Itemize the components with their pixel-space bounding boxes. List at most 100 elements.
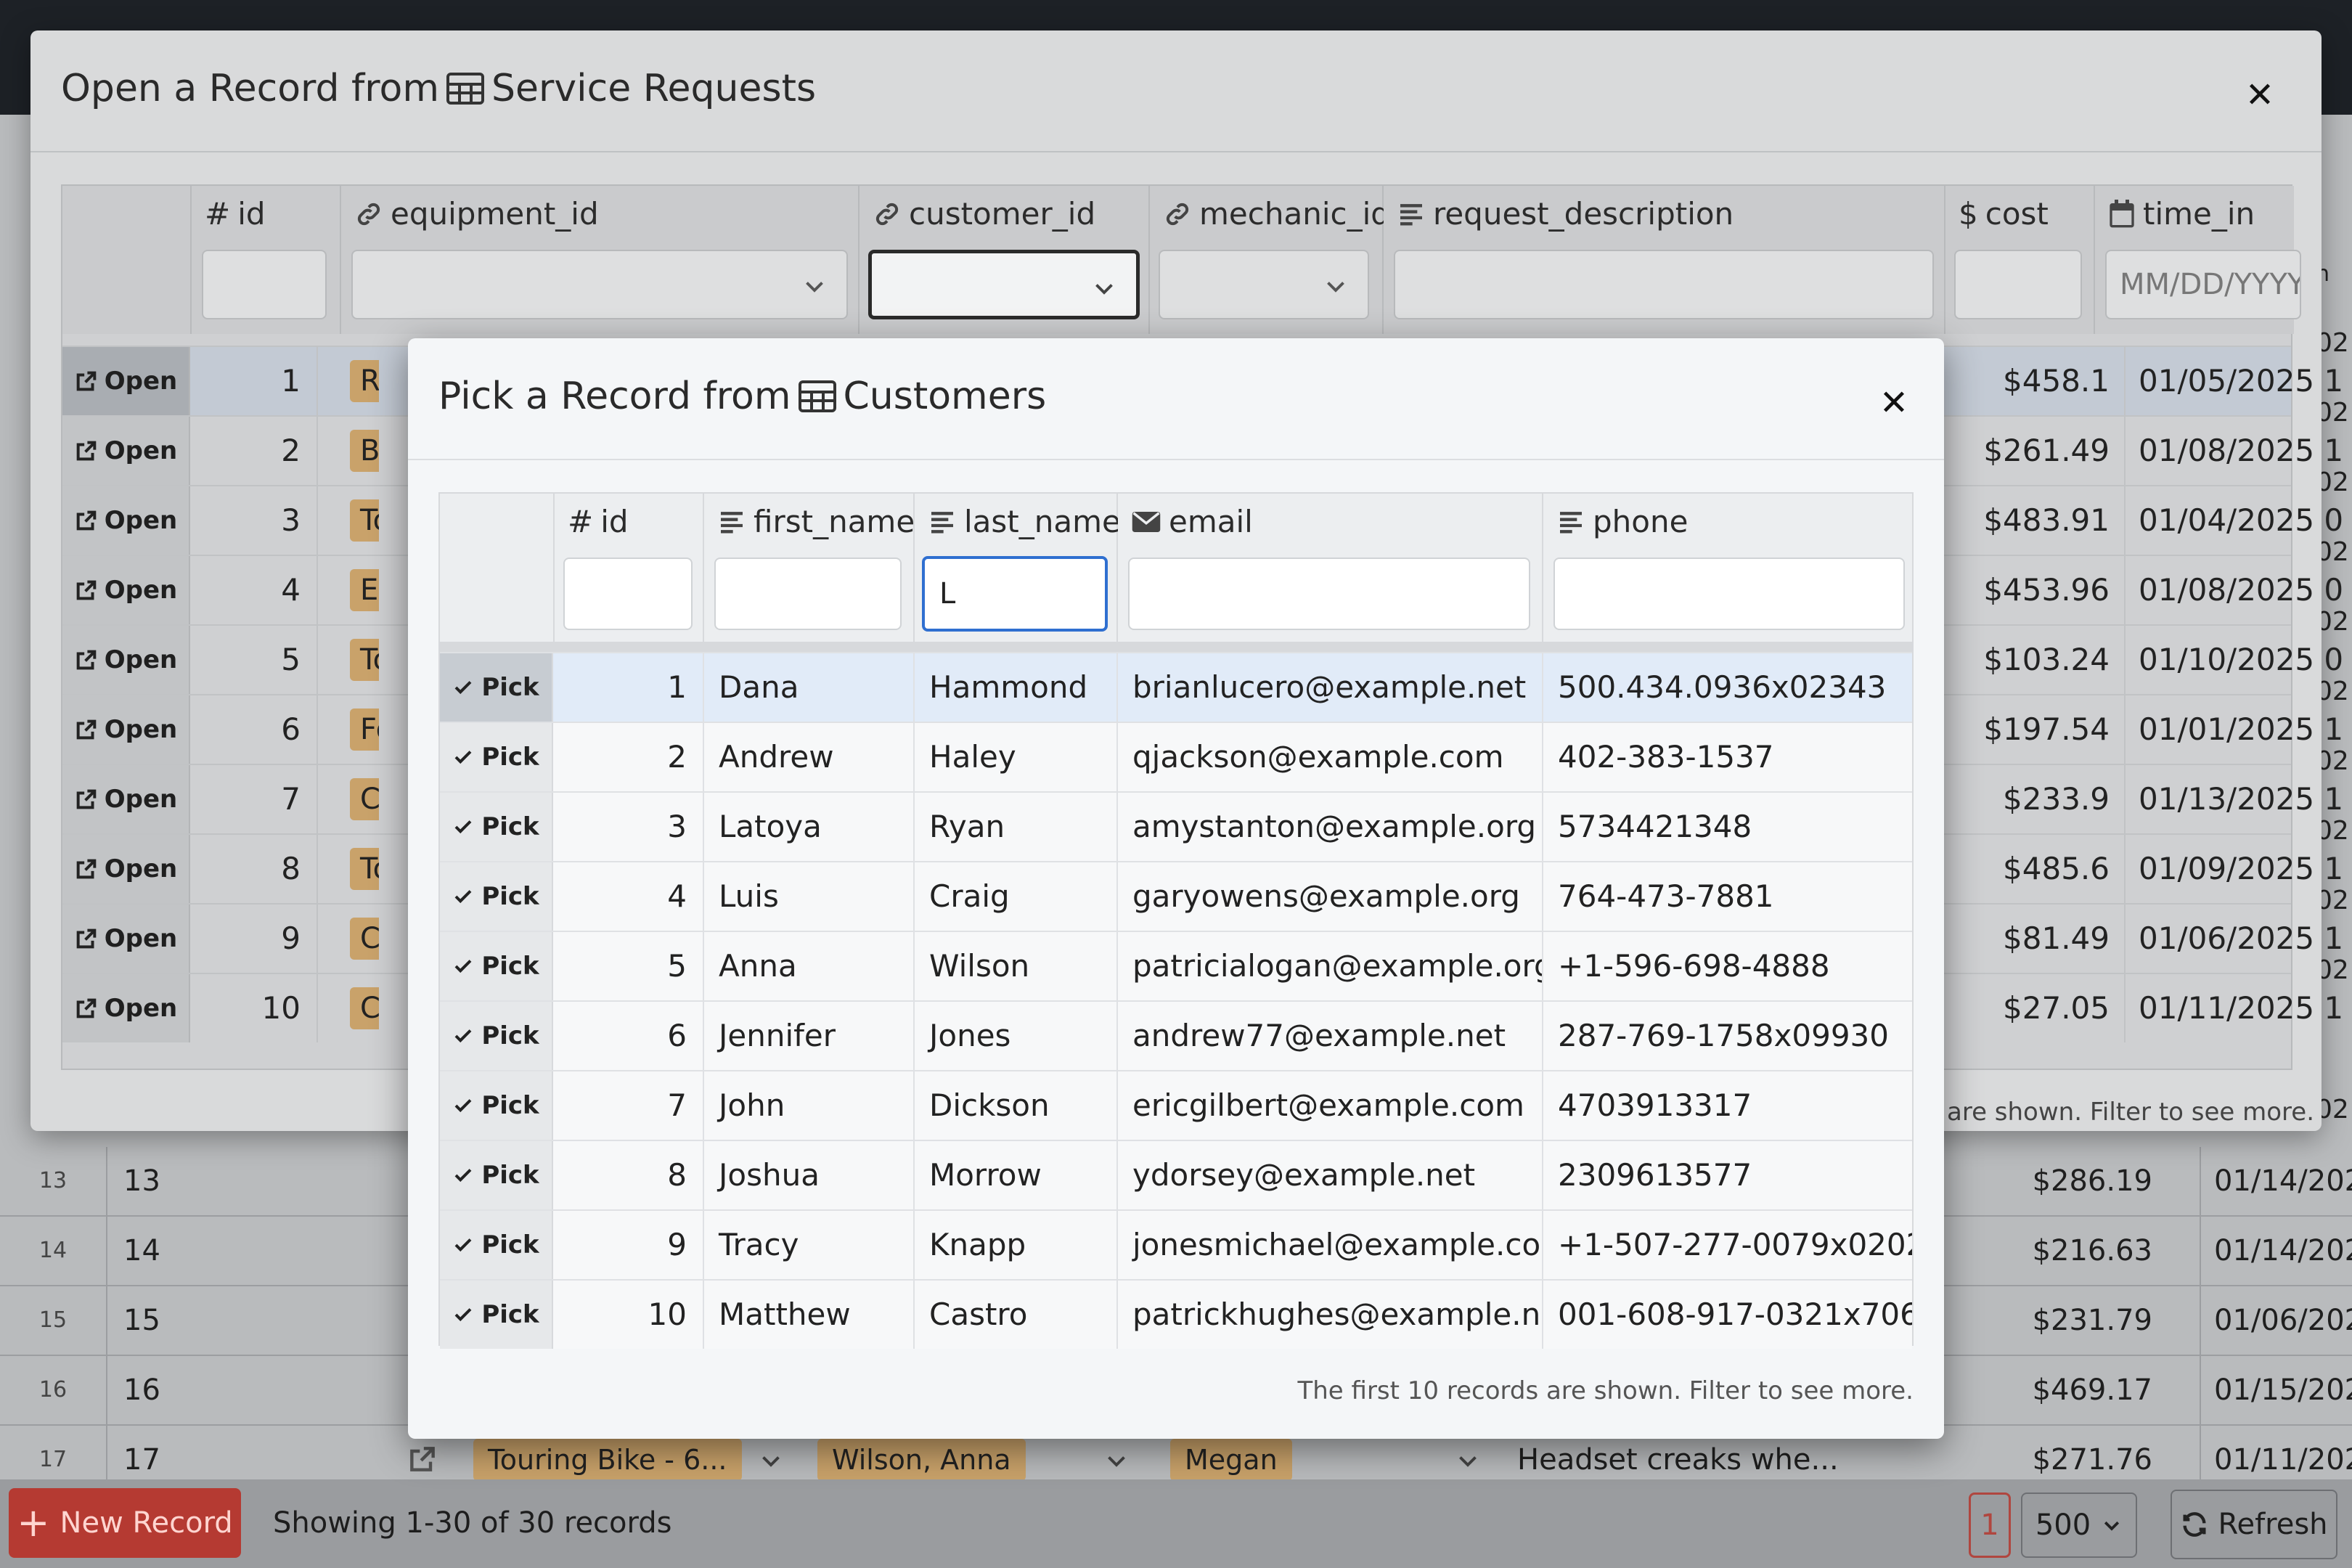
- pick-button[interactable]: Pick: [440, 862, 553, 931]
- open-record-button[interactable]: Open: [62, 695, 190, 764]
- pick-button[interactable]: Pick: [440, 653, 553, 722]
- filter-cost[interactable]: [1954, 250, 2082, 319]
- id-cell: 15: [123, 1304, 160, 1337]
- open-record-button[interactable]: Open: [62, 417, 190, 485]
- phone-cell: 4703913317: [1558, 1087, 1752, 1123]
- filter-email[interactable]: [1128, 558, 1530, 630]
- page-number-button[interactable]: 1: [1969, 1493, 2011, 1558]
- dollar-icon: $: [1959, 196, 1978, 232]
- chevron-down-icon[interactable]: [1103, 1447, 1130, 1474]
- filter-request-description[interactable]: [1394, 250, 1934, 319]
- pick-button[interactable]: Pick: [440, 723, 553, 791]
- open-record-button[interactable]: Open: [62, 765, 190, 833]
- table-row[interactable]: Pick 8 Joshua Morrow ydorsey@example.net…: [440, 1140, 1912, 1209]
- id-cell: 7: [555, 1071, 704, 1140]
- mechanic-chip[interactable]: Megan: [1170, 1439, 1292, 1481]
- pick-button[interactable]: Pick: [440, 1211, 553, 1279]
- filter-customer-id[interactable]: [868, 250, 1140, 319]
- cost-cell: $27.05: [1980, 974, 2126, 1042]
- equipment-chip[interactable]: To: [350, 848, 379, 890]
- pick-button[interactable]: Pick: [440, 1281, 553, 1349]
- open-record-button[interactable]: Open: [62, 486, 190, 555]
- external-link-icon: [76, 371, 97, 391]
- equipment-chip[interactable]: Fol: [350, 709, 379, 751]
- open-record-button[interactable]: Open: [62, 835, 190, 903]
- equipment-chip[interactable]: Ele: [350, 569, 379, 611]
- filter-id[interactable]: [202, 250, 327, 319]
- last-name-cell: Ryan: [915, 793, 1118, 861]
- cost-cell: $453.96: [1980, 556, 2126, 624]
- filter-first-name[interactable]: [714, 558, 902, 630]
- filter-time-in[interactable]: MM/DD/YYYY: [2105, 250, 2301, 319]
- last-name-cell: Jones: [915, 1002, 1118, 1070]
- equipment-chip[interactable]: Cy: [350, 918, 379, 960]
- cost-cell: $103.24: [1980, 626, 2126, 694]
- first-name-cell: Tracy: [704, 1211, 915, 1279]
- refresh-label: Refresh: [2218, 1508, 2328, 1541]
- customer-chip[interactable]: Wilson, Anna: [817, 1439, 1026, 1481]
- pick-label: Pick: [481, 952, 539, 981]
- column-divider: [2200, 1356, 2201, 1424]
- column-header-first-name: first_name: [704, 494, 915, 642]
- filter-equipment-id[interactable]: [351, 250, 848, 319]
- time-in-cell: 01/05/2025 1: [2139, 363, 2344, 399]
- filter-last-name[interactable]: L: [922, 556, 1108, 632]
- equipment-chip[interactable]: To: [350, 639, 379, 681]
- table-row[interactable]: Pick 3 Latoya Ryan amystanton@example.or…: [440, 791, 1912, 861]
- filter-mechanic-id[interactable]: [1159, 250, 1369, 319]
- pick-label: Pick: [481, 812, 539, 841]
- column-header-cost: $ cost: [1945, 186, 2095, 334]
- refresh-button[interactable]: Refresh: [2171, 1490, 2337, 1559]
- open-record-button[interactable]: Open: [62, 626, 190, 694]
- records-note: are shown. Filter to see more.: [1947, 1098, 2315, 1127]
- external-link-icon: [76, 650, 97, 670]
- column-header-equipment-id: equipment_id: [341, 186, 859, 334]
- last-name-cell: Dickson: [915, 1071, 1118, 1140]
- table-row[interactable]: Pick 9 Tracy Knapp jonesmichael@example.…: [440, 1209, 1912, 1279]
- table-row[interactable]: Pick 5 Anna Wilson patricialogan@example…: [440, 931, 1912, 1000]
- page-size-select[interactable]: 500: [2021, 1493, 2137, 1558]
- table-row[interactable]: Pick 7 John Dickson ericgilbert@example.…: [440, 1070, 1912, 1140]
- equipment-chip[interactable]: Touring Bike - 6...: [473, 1439, 742, 1481]
- external-link-icon: [76, 859, 97, 879]
- table-row[interactable]: Pick 6 Jennifer Jones andrew77@example.n…: [440, 1000, 1912, 1070]
- equipment-chip[interactable]: Cy: [350, 778, 379, 820]
- close-icon[interactable]: ✕: [1869, 377, 1919, 428]
- open-record-button[interactable]: Open: [62, 974, 190, 1042]
- close-icon[interactable]: ✕: [2234, 70, 2285, 121]
- equipment-chip[interactable]: To: [350, 499, 379, 542]
- filter-phone[interactable]: [1553, 558, 1905, 630]
- table-row[interactable]: Pick 4 Luis Craig garyowens@example.org …: [440, 861, 1912, 931]
- chevron-down-icon[interactable]: [758, 1447, 784, 1474]
- records-note: The first 10 records are shown. Filter t…: [1297, 1376, 1914, 1405]
- open-label: Open: [104, 506, 178, 535]
- pick-button[interactable]: Pick: [440, 1141, 553, 1209]
- column-label: time_in: [2143, 196, 2255, 232]
- open-record-icon[interactable]: [407, 1443, 438, 1475]
- id-cell: 3: [555, 793, 704, 861]
- chevron-down-icon[interactable]: [1455, 1447, 1481, 1474]
- equipment-chip[interactable]: BM: [350, 430, 379, 472]
- first-name-cell: Dana: [704, 653, 915, 722]
- open-record-button[interactable]: Open: [62, 556, 190, 624]
- table-row[interactable]: Pick 1 Dana Hammond brianlucero@example.…: [440, 652, 1912, 722]
- column-label: first_name: [754, 504, 915, 539]
- open-record-button[interactable]: Open: [62, 905, 190, 973]
- row-number: 14: [0, 1217, 107, 1285]
- external-link-icon: [76, 510, 97, 531]
- table-row[interactable]: Pick 2 Andrew Haley qjackson@example.com…: [440, 722, 1912, 791]
- equipment-chip[interactable]: Cy: [350, 987, 379, 1029]
- pick-label: Pick: [481, 743, 539, 772]
- time-in-cell: 01/13/2025 1: [2139, 781, 2344, 817]
- open-record-button[interactable]: Open: [62, 347, 190, 415]
- pick-button[interactable]: Pick: [440, 1071, 553, 1140]
- new-record-button[interactable]: + New Record: [9, 1488, 241, 1558]
- pick-button[interactable]: Pick: [440, 793, 553, 861]
- time-in-cell: 01/01/2025 1: [2139, 711, 2344, 747]
- table-row[interactable]: Pick 10 Matthew Castro patrickhughes@exa…: [440, 1279, 1912, 1349]
- pick-button[interactable]: Pick: [440, 932, 553, 1000]
- filter-id[interactable]: [563, 558, 693, 630]
- equipment-chip[interactable]: Ro: [350, 360, 379, 402]
- pick-button[interactable]: Pick: [440, 1002, 553, 1070]
- text-lines-icon: [1397, 200, 1426, 229]
